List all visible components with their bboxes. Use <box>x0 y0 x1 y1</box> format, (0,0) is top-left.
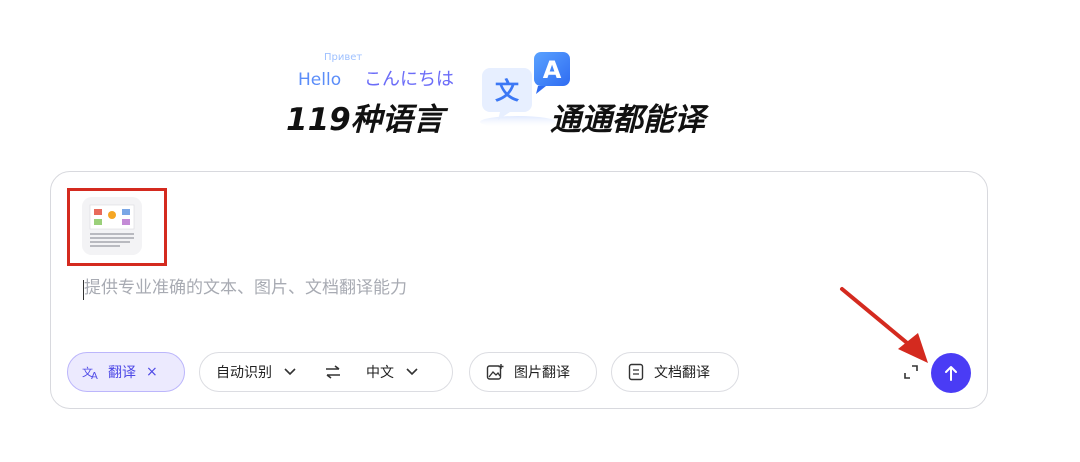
mode-chip-label: 翻译 <box>108 365 136 381</box>
image-translate-button[interactable]: 图片翻译 <box>469 352 597 392</box>
arrow-up-icon <box>945 366 957 381</box>
document-translate-button[interactable]: 文档翻译 <box>611 352 739 392</box>
image-plus-icon <box>486 364 504 380</box>
chevron-down-icon[interactable] <box>284 368 296 376</box>
swap-languages-icon[interactable] <box>324 365 342 379</box>
hero-banner: Привет Hello こんにちは 119种语言 A 文 通通都能译 <box>280 40 760 140</box>
target-language-select[interactable]: 中文 <box>366 362 394 382</box>
translate-text-input[interactable] <box>84 278 884 298</box>
hero-word-english: Hello <box>298 70 342 90</box>
svg-text:A: A <box>91 371 98 380</box>
document-icon <box>628 363 644 381</box>
badge-char-wen: 文 <box>495 77 520 105</box>
hero-word-russian: Привет <box>324 52 363 63</box>
send-button[interactable] <box>931 353 971 393</box>
badge-letter-a: A <box>543 56 562 84</box>
hero-word-japanese: こんにちは <box>364 69 454 90</box>
chevron-down-icon[interactable] <box>406 368 418 376</box>
language-selector: 自动识别 中文 <box>199 352 453 392</box>
translate-icon: 文 A <box>82 365 98 380</box>
thumbnail-highlight-box <box>67 188 167 266</box>
remove-mode-close-icon[interactable]: × <box>146 364 158 380</box>
annotation-arrow-icon <box>840 287 928 363</box>
hero-headline-left: 119种语言 <box>286 102 444 138</box>
document-translate-label: 文档翻译 <box>654 365 710 381</box>
source-language-select[interactable]: 自动识别 <box>216 362 272 382</box>
image-translate-label: 图片翻译 <box>514 365 570 381</box>
mode-chip-translate[interactable]: 文 A 翻译 × <box>67 352 185 392</box>
hero-headline-right: 通通都能译 <box>550 102 705 138</box>
